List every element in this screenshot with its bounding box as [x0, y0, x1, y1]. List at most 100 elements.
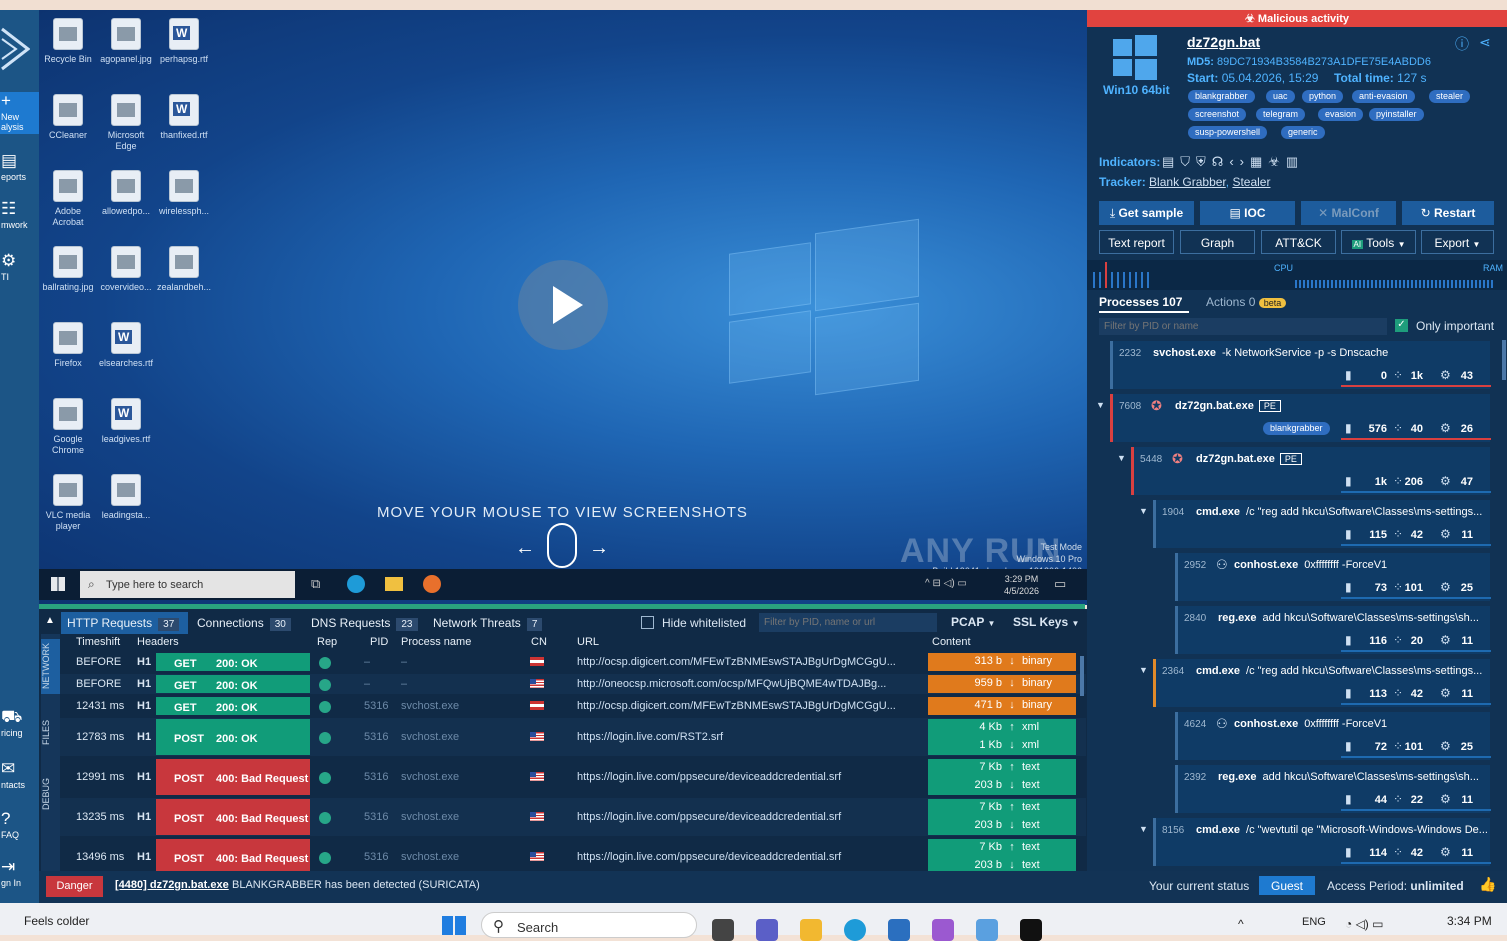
capcut-icon[interactable]	[1020, 919, 1042, 941]
process-item[interactable]: 2952 ⚇ conhost.exe 0xffffffff -ForceV1 ▮ 73 10…	[1175, 553, 1491, 601]
share-icon[interactable]: ⋖	[1479, 34, 1491, 51]
store-icon[interactable]	[888, 919, 910, 941]
row-content[interactable]: 4 Kb ↑ xml 1 Kb ↓ xml	[928, 719, 1076, 755]
row-url[interactable]: https://login.live.com/ppsecure/devicead…	[577, 851, 912, 863]
side-tab-network[interactable]: NETWORK	[41, 639, 60, 694]
process-item[interactable]: 1904 cmd.exe/c "reg add hkcu\Software\Cla…	[1153, 500, 1491, 548]
play-button[interactable]	[518, 260, 608, 350]
rows-scrollbar[interactable]	[1080, 656, 1084, 696]
http-filter-input[interactable]	[759, 613, 937, 632]
desktop-icon[interactable]: Recycle Bin	[39, 18, 97, 65]
process-item[interactable]: 2364 cmd.exe/c "reg add hkcu\Software\Cla…	[1153, 659, 1491, 707]
start-icon[interactable]	[51, 577, 65, 591]
tag-badge[interactable]: susp-powershell	[1188, 126, 1268, 139]
hide-whitelisted-checkbox[interactable]	[641, 616, 654, 629]
request-status[interactable]: GET 200: OK	[156, 697, 310, 715]
nav-pricing[interactable]: ⛟ ricing	[0, 708, 39, 739]
row-url[interactable]: http://oneocsp.microsoft.com/ocsp/MFQwUj…	[577, 678, 912, 690]
tab-dns-requests[interactable]: DNS Requests 23	[305, 612, 424, 634]
table-row[interactable]: 12783 ms H1 POST 200: OK 5316 svchost.exe http…	[60, 718, 1086, 756]
tag-badge[interactable]: pyinstaller	[1369, 108, 1424, 121]
app-icon[interactable]	[976, 919, 998, 941]
collapse-icon[interactable]: ▲	[45, 615, 55, 626]
row-content[interactable]: 7 Kb ↑ text 203 b ↓ text	[928, 759, 1076, 795]
tab-connections[interactable]: Connections 30	[191, 612, 297, 634]
collapse-tree-icon[interactable]: ▼	[1139, 665, 1148, 675]
row-url[interactable]: https://login.live.com/ppsecure/devicead…	[577, 771, 912, 783]
lang-indicator[interactable]: ENG	[1302, 916, 1326, 928]
taskview-icon[interactable]	[712, 919, 734, 941]
processes-tab[interactable]: Processes 107	[1099, 295, 1182, 309]
desktop-icon[interactable]: covervideo...	[97, 246, 155, 293]
next-arrow-icon[interactable]: →	[589, 537, 609, 560]
tray-chevron-icon[interactable]: ^	[1238, 917, 1244, 931]
desktop-icon[interactable]: thanfixed.rtf	[155, 94, 213, 141]
desktop-icon[interactable]: Google Chrome	[39, 398, 97, 456]
indicator-icons[interactable]: ▤⛉⛨☊‹›▦☣▥	[1162, 154, 1304, 170]
edge-icon[interactable]	[347, 575, 365, 593]
process-item[interactable]: 2392 reg.exe add hkcu\Software\Classes\ms-…	[1175, 765, 1491, 813]
tracker-blank-grabber[interactable]: Blank Grabber	[1149, 175, 1226, 189]
explorer-icon[interactable]	[385, 577, 403, 591]
export-button[interactable]: Export ▼	[1421, 230, 1494, 254]
collapse-tree-icon[interactable]: ▼	[1139, 824, 1148, 834]
nav-new-analysis[interactable]: + New alysis	[0, 92, 39, 134]
row-url[interactable]: http://ocsp.digicert.com/MFEwTzBNMEswSTA…	[577, 700, 912, 712]
edge-icon[interactable]	[844, 919, 866, 941]
desktop-icon[interactable]: allowedpo...	[97, 170, 155, 217]
desktop-icon[interactable]: perhapsg.rtf	[155, 18, 213, 65]
desktop-icon[interactable]: agopanel.jpg	[97, 18, 155, 65]
vm-screen[interactable]: Recycle Bin agopanel.jpg perhapsg.rtf CClea…	[39, 10, 1087, 605]
collapse-tree-icon[interactable]: ▼	[1139, 506, 1148, 516]
pcap-button[interactable]: PCAP ▼	[951, 615, 995, 629]
copilot-icon[interactable]	[932, 919, 954, 941]
tag-badge[interactable]: uac	[1266, 90, 1295, 103]
row-content[interactable]: 313 b ↓ binary	[928, 653, 1076, 671]
row-url[interactable]: https://login.live.com/RST2.srf	[577, 731, 912, 743]
prev-arrow-icon[interactable]: ←	[515, 537, 535, 560]
tag-badge[interactable]: blankgrabber	[1188, 90, 1255, 103]
process-item[interactable]: 5448 ✪ dz72gn.bat.exe PE ▮ 1k 206 47 ⁘ ⚙	[1131, 447, 1491, 495]
row-content[interactable]: 7 Kb ↑ text 203 b ↓ text	[928, 839, 1076, 875]
tag-badge[interactable]: python	[1302, 90, 1344, 103]
process-scrollbar[interactable]	[1502, 340, 1506, 380]
nav-sign-in[interactable]: ⇥ gn In	[0, 858, 39, 889]
tab-http-requests[interactable]: HTTP Requests 37	[61, 612, 188, 634]
request-status[interactable]: POST 400: Bad Request	[156, 799, 310, 835]
thumbs-up-icon[interactable]: 👍	[1479, 876, 1496, 893]
anyrun-logo[interactable]	[0, 24, 39, 79]
graph-button[interactable]: Graph	[1180, 230, 1255, 254]
row-content[interactable]: 959 b ↓ binary	[928, 675, 1076, 693]
desktop-icon[interactable]: elsearches.rtf	[97, 322, 155, 369]
tools-button[interactable]: AI Tools ▼	[1341, 230, 1416, 254]
tag-badge[interactable]: anti-evasion	[1352, 90, 1415, 103]
desktop-icon[interactable]: VLC media player	[39, 474, 97, 532]
ssl-keys-button[interactable]: SSL Keys ▼	[1013, 615, 1079, 629]
tab-network-threats[interactable]: Network Threats 7	[427, 612, 548, 634]
tag-badge[interactable]: stealer	[1429, 90, 1471, 103]
request-status[interactable]: POST 400: Bad Request	[156, 759, 310, 795]
attck-button[interactable]: ATT&CK	[1261, 230, 1336, 254]
actions-tab[interactable]: Actions 0 beta	[1206, 295, 1287, 309]
side-tab-debug[interactable]: DEBUG	[41, 774, 60, 814]
process-item[interactable]: 2232 svchost.exe -k NetworkService -p -s D…	[1110, 341, 1491, 389]
desktop-icon[interactable]: zealandbeh...	[155, 246, 213, 293]
tag-badge[interactable]: screenshot	[1188, 108, 1247, 121]
process-item[interactable]: 4624 ⚇ conhost.exe 0xffffffff -ForceV1 ▮ 72 10…	[1175, 712, 1491, 760]
task-view-icon[interactable]: ⧉	[311, 576, 320, 592]
process-item[interactable]: 2840 reg.exe add hkcu\Software\Classes\ms-…	[1175, 606, 1491, 654]
row-content[interactable]: 7 Kb ↑ text 203 b ↓ text	[928, 799, 1076, 835]
row-url[interactable]: https://login.live.com/ppsecure/devicead…	[577, 811, 912, 823]
side-tab-files[interactable]: FILES	[41, 712, 60, 752]
collapse-tree-icon[interactable]: ▼	[1096, 400, 1105, 410]
desktop-icon[interactable]: leadgives.rtf	[97, 398, 155, 445]
table-row[interactable]: 12991 ms H1 POST 400: Bad Request 5316 svchos…	[60, 758, 1086, 796]
nav-ti[interactable]: ⚙ TI	[0, 252, 39, 283]
row-content[interactable]: 471 b ↓ binary	[928, 697, 1076, 715]
process-filter-input[interactable]	[1099, 318, 1387, 335]
request-status[interactable]: POST 400: Bad Request	[156, 839, 310, 875]
folder-icon[interactable]	[800, 919, 822, 941]
only-important-checkbox[interactable]: ✓	[1395, 319, 1408, 332]
desktop-icon[interactable]: leadingsta...	[97, 474, 155, 521]
desktop-icon[interactable]: Microsoft Edge	[97, 94, 155, 152]
